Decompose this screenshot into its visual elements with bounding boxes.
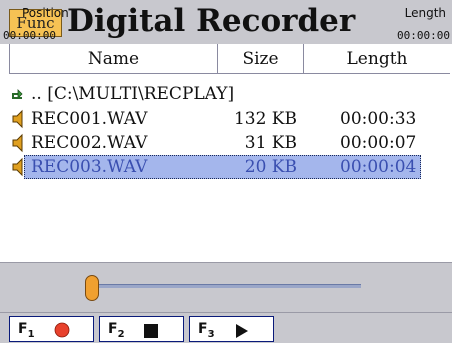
- file-size: 132 KB: [233, 109, 297, 129]
- record-icon: [54, 322, 70, 342]
- sound-file-icon: [10, 155, 28, 179]
- f2-stop-button[interactable]: F2: [99, 316, 184, 342]
- f1-record-button[interactable]: F1: [9, 316, 94, 342]
- length-label: Length: [404, 6, 446, 20]
- file-name: REC002.WAV: [31, 133, 148, 153]
- position-time: 00:00:00: [3, 29, 56, 42]
- play-icon: [236, 323, 248, 342]
- f3-key-label: F3: [198, 321, 215, 340]
- folder-up-icon: [10, 82, 28, 106]
- f2-key-label: F2: [108, 321, 125, 340]
- file-size: 20 KB: [244, 157, 297, 177]
- file-row[interactable]: REC002.WAV 31 KB 00:00:07: [10, 131, 450, 155]
- file-row[interactable]: REC001.WAV 132 KB 00:00:33: [10, 107, 450, 131]
- parent-directory-label: .. [C:\MULTI\RECPLAY]: [31, 84, 235, 104]
- column-header-length[interactable]: Length: [304, 44, 450, 74]
- file-name: REC003.WAV: [31, 157, 148, 177]
- sound-file-icon: [10, 107, 28, 131]
- f3-play-button[interactable]: F3: [189, 316, 274, 342]
- position-slider-thumb[interactable]: [85, 275, 99, 301]
- file-length: 00:00:04: [340, 157, 417, 177]
- position-slider-track[interactable]: [85, 284, 361, 288]
- column-header-name[interactable]: Name: [10, 44, 218, 74]
- sound-file-icon: [10, 131, 28, 155]
- app-title: Digital Recorder: [67, 3, 356, 39]
- file-length: 00:00:33: [340, 109, 417, 129]
- file-row-selected[interactable]: REC003.WAV 20 KB 00:00:04: [10, 155, 450, 179]
- file-size: 31 KB: [244, 133, 297, 153]
- stop-icon: [144, 323, 158, 342]
- file-length: 00:00:07: [340, 133, 417, 153]
- column-header-size[interactable]: Size: [218, 44, 304, 74]
- f1-key-label: F1: [18, 321, 35, 340]
- parent-directory-row[interactable]: .. [C:\MULTI\RECPLAY]: [10, 82, 450, 106]
- position-label: Position: [22, 6, 69, 20]
- file-name: REC001.WAV: [31, 109, 148, 129]
- length-time: 00:00:00: [397, 29, 450, 42]
